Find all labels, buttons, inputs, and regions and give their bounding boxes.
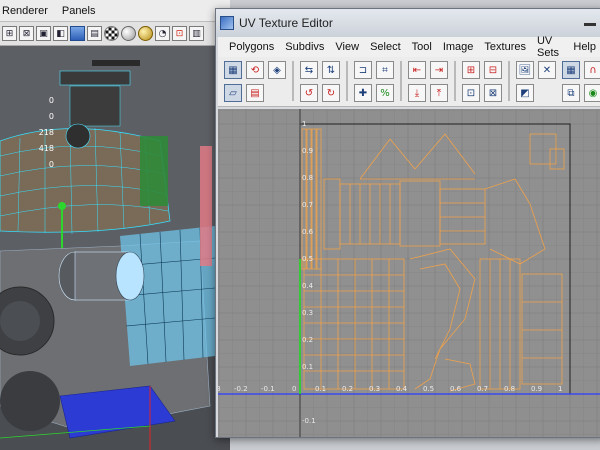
- gold-sphere-icon[interactable]: [138, 26, 153, 41]
- toolbar-separator: [346, 61, 348, 101]
- u-tick-label: 0.1: [315, 385, 327, 393]
- channel-value: 418: [38, 144, 54, 153]
- rotate-ccw-icon[interactable]: ↺: [300, 84, 318, 102]
- v-tick-label: 0.2: [302, 336, 314, 344]
- menu-image[interactable]: Image: [438, 41, 480, 53]
- toolbar-separator: [508, 61, 510, 101]
- rotate-cw-icon[interactable]: ↻: [322, 84, 340, 102]
- layout-icon[interactable]: ▤: [246, 84, 264, 102]
- v-tick-label: 0.3: [302, 309, 314, 317]
- wireframe-icon[interactable]: ⊠: [19, 26, 34, 41]
- v-tick-label: 0.7: [302, 201, 314, 209]
- shaded-uv-icon[interactable]: ◩: [516, 84, 534, 102]
- grid-toggle-icon[interactable]: ▦: [562, 61, 580, 79]
- v-tick-label: 0.8: [302, 174, 314, 182]
- window-titlebar[interactable]: UV Texture Editor: [216, 9, 600, 37]
- menu-help[interactable]: Help: [568, 41, 600, 53]
- texture-icon[interactable]: ▣: [36, 26, 51, 41]
- maya-panel-toolbar: ⊞ ⊠ ▣ ◧ ▤ ◔ ⊡ ▥: [0, 22, 230, 46]
- menu-uv-sets[interactable]: UV Sets: [532, 35, 568, 59]
- menu-polygons[interactable]: Polygons: [224, 41, 280, 53]
- u-tick-label: 1: [558, 385, 563, 393]
- v-tick-label: 1: [302, 120, 307, 128]
- u-tick-label: -0.3: [218, 385, 221, 393]
- normalize-icon[interactable]: ⊠: [484, 84, 502, 102]
- grid-snap-icon[interactable]: ▦: [224, 61, 242, 79]
- toolbar-separator: [400, 61, 402, 101]
- uv-texture-icon[interactable]: ▱: [224, 84, 242, 102]
- align-u-icon[interactable]: ⊞: [462, 61, 480, 79]
- v-tick-label: 0.5: [302, 255, 314, 263]
- uv-canvas[interactable]: -0.3 -0.2 -0.1 0 0.1 0.2 0.3 0.4 0.5 0.6 0.7 0.8 0.9…: [218, 109, 600, 437]
- camera-icon[interactable]: ▥: [189, 26, 204, 41]
- maya-menubar: Renderer Panels: [0, 0, 230, 22]
- move-left-icon[interactable]: ⇤: [408, 61, 426, 79]
- toolbar-separator: [454, 61, 456, 101]
- menu-panels[interactable]: Panels: [62, 5, 96, 17]
- sphere-icon[interactable]: [121, 26, 136, 41]
- channel-value: 0: [48, 112, 54, 121]
- uv-smudge-icon[interactable]: ◈: [268, 61, 286, 79]
- flip-u-icon[interactable]: ⇆: [300, 61, 318, 79]
- grid-icon[interactable]: ⊞: [2, 26, 17, 41]
- u-tick-label: 0.6: [450, 385, 462, 393]
- magnet-icon[interactable]: ∩: [584, 61, 600, 79]
- u-tick-label: 0.2: [342, 385, 354, 393]
- menu-view[interactable]: View: [330, 41, 365, 53]
- maya-app-icon: [220, 16, 234, 30]
- u-tick-label: 0.8: [504, 385, 516, 393]
- v-tick-label: -0.1: [302, 417, 316, 425]
- v-tick-label: 0.6: [302, 228, 314, 236]
- cut-uv-icon[interactable]: ⊐: [354, 61, 372, 79]
- uv-menubar: Polygons Subdivs View Select Tool Image …: [218, 35, 600, 59]
- image-display-icon[interactable]: 🖼: [516, 61, 534, 79]
- uv-shell-icon[interactable]: ⟲: [246, 61, 264, 79]
- toolbar-separator: [292, 61, 294, 101]
- channel-values: 0 0 218 418 0: [0, 96, 60, 176]
- unfold-icon[interactable]: ✚: [354, 84, 372, 102]
- move-down-icon[interactable]: ⤓: [408, 84, 426, 102]
- u-tick-label: -0.1: [261, 385, 275, 393]
- sew-uv-icon[interactable]: ⌗: [376, 61, 394, 79]
- relax-icon[interactable]: %: [376, 84, 394, 102]
- shaded-icon[interactable]: ◧: [53, 26, 68, 41]
- u-tick-label: 0: [292, 385, 297, 393]
- align-v-icon[interactable]: ⊟: [484, 61, 502, 79]
- window-title: UV Texture Editor: [239, 16, 333, 30]
- v-tick-label: 0.1: [302, 363, 314, 371]
- channel-value: 0: [48, 160, 54, 169]
- v-tick-label: 0.9: [302, 147, 314, 155]
- layers-icon[interactable]: ▤: [87, 26, 102, 41]
- v-tick-label: 0.4: [302, 282, 314, 290]
- menu-textures[interactable]: Textures: [479, 41, 532, 53]
- move-right-icon[interactable]: ⇥: [430, 61, 448, 79]
- menu-select[interactable]: Select: [365, 41, 407, 53]
- menu-tool[interactable]: Tool: [407, 41, 438, 53]
- render-icon[interactable]: ⊡: [172, 26, 187, 41]
- u-tick-label: 0.9: [531, 385, 543, 393]
- uv-toolbar: ▦ ⟲ ◈ ⇆ ⇅ ⊐ ⌗ ⇤ ⇥ ⊞ ⊟ 🖼 ✕ ▦ ∩ ▱ ▤ ↺ ↻ ✚ …: [218, 57, 600, 107]
- menu-renderer[interactable]: Renderer: [2, 5, 48, 17]
- channel-value: 0: [48, 96, 54, 105]
- light-icon[interactable]: ◔: [155, 26, 170, 41]
- u-tick-label: -0.2: [234, 385, 248, 393]
- uv-texture-editor-window[interactable]: UV Texture Editor Polygons Subdivs View …: [215, 8, 600, 438]
- snapshot-icon[interactable]: ⊡: [462, 84, 480, 102]
- u-tick-label: 0.4: [396, 385, 408, 393]
- copy-uv-icon[interactable]: ⧉: [562, 84, 580, 102]
- checker-icon[interactable]: [104, 26, 119, 41]
- cube-icon[interactable]: [70, 26, 85, 41]
- filter-icon[interactable]: ✕: [538, 61, 556, 79]
- color-channel-icon[interactable]: ◉: [584, 84, 600, 102]
- minimize-button[interactable]: [584, 16, 596, 26]
- 3d-viewport[interactable]: 0 0 218 418 0: [0, 46, 230, 450]
- move-up-icon[interactable]: ⤒: [430, 84, 448, 102]
- flip-v-icon[interactable]: ⇅: [322, 61, 340, 79]
- u-tick-label: 0.7: [477, 385, 489, 393]
- u-tick-label: 0.5: [423, 385, 435, 393]
- menu-subdivs[interactable]: Subdivs: [280, 41, 330, 53]
- u-tick-label: 0.3: [369, 385, 381, 393]
- uv-grid-canvas[interactable]: [218, 109, 600, 437]
- channel-value: 218: [38, 128, 54, 137]
